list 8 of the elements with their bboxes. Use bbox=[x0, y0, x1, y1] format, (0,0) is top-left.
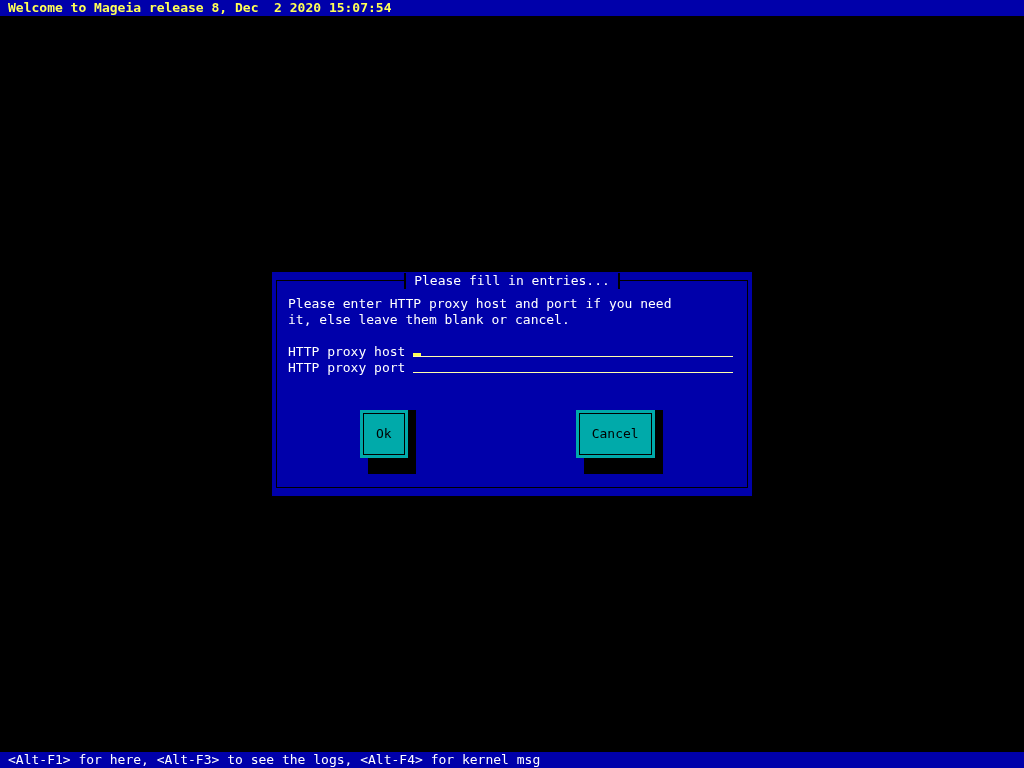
welcome-text: Welcome to Mageia release 8, Dec 2 2020 15:07:54 bbox=[8, 0, 392, 16]
field-label: HTTP proxy port bbox=[288, 360, 406, 376]
dialog-message: Please enter HTTP proxy host and port if you need it, else leave them blank or cancel. bbox=[288, 296, 673, 328]
field-label: HTTP proxy host bbox=[288, 344, 406, 360]
dialog-title: Please fill in entries... bbox=[404, 273, 620, 289]
dialog-button[interactable]: Ok bbox=[360, 410, 408, 458]
status-text: <Alt-F1> for here, <Alt-F3> to see the logs, <Alt-F4> for kernel msg bbox=[8, 752, 541, 768]
dialog-button[interactable]: Cancel bbox=[575, 410, 655, 458]
